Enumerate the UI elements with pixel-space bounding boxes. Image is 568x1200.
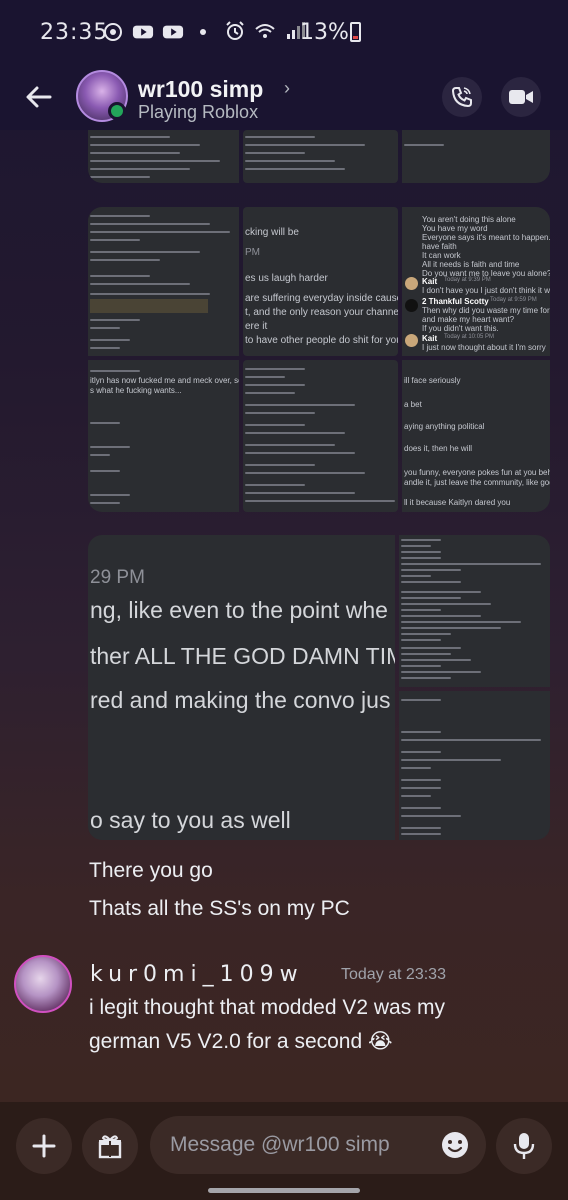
online-status-icon	[108, 102, 126, 120]
sync-icon	[104, 23, 122, 41]
screenshot-username: Kait	[422, 277, 438, 286]
dot-icon	[200, 29, 206, 35]
screenshot-text: You aren't doing this alone	[422, 215, 516, 224]
message-text: Thats all the SS's on my PC	[89, 897, 350, 920]
add-attachment-button[interactable]	[16, 1118, 72, 1174]
avatar	[405, 334, 418, 347]
status-left-icons	[102, 21, 208, 43]
screenshot-timestamp: Today at 9:39 PM	[444, 277, 491, 283]
status-right-icons	[224, 20, 306, 42]
youtube-icon	[132, 25, 154, 39]
screenshot-text: to have other people do shit for you, ca…	[245, 335, 398, 346]
voice-message-button[interactable]	[496, 1118, 552, 1174]
status-time: 23:35	[40, 20, 109, 45]
message-input[interactable]: Message @wr100 simp	[150, 1116, 486, 1174]
screenshot-attachment[interactable]	[243, 360, 398, 512]
screenshot-attachment[interactable]	[243, 130, 398, 183]
microphone-icon	[513, 1133, 535, 1159]
screenshot-text: 29 PM	[90, 567, 145, 588]
smile-icon[interactable]	[440, 1130, 470, 1160]
crying-emoji-icon: 😭	[368, 1030, 393, 1053]
chevron-right-icon[interactable]: ›	[284, 78, 290, 99]
message-text: There you go	[89, 859, 213, 882]
screenshot-text: and make my heart want?	[422, 315, 515, 324]
username[interactable]: kur0mi_109w	[90, 962, 304, 987]
alarm-icon	[226, 21, 244, 40]
screenshot-attachment[interactable]	[399, 535, 550, 687]
screenshot-attachment[interactable]: ill face seriously a bet aying anything …	[402, 360, 550, 512]
screenshot-text: t, and the only reason your channel hasn…	[245, 307, 398, 318]
plus-icon	[32, 1134, 56, 1158]
screenshot-text: I don't have you I just don't think it w…	[422, 286, 550, 295]
screenshot-text: have faith	[422, 242, 457, 251]
screenshot-username: 2 Thankful Scotty	[422, 297, 489, 306]
message-composer: Message @wr100 simp	[0, 1102, 568, 1200]
phone-icon	[451, 87, 472, 108]
screenshot-text: ng, like even to the point whe	[90, 597, 388, 623]
screenshot-attachment[interactable]: cking will be PM es us laugh harder are …	[243, 207, 398, 356]
screenshot-attachment[interactable]	[402, 130, 550, 183]
screenshot-text: andle it, just leave the community, like…	[404, 478, 550, 487]
gift-button[interactable]	[82, 1118, 138, 1174]
screenshot-text: ll it because Kaitlyn dared you	[404, 498, 511, 507]
screenshot-text: es us laugh harder	[245, 273, 328, 284]
screenshot-attachment[interactable]	[88, 207, 239, 356]
message-text-line: german V5 V2.0 for a second	[89, 1030, 363, 1053]
chat-header: wr100 simp › Playing Roblox	[0, 64, 568, 130]
screenshot-username: Kait	[422, 334, 438, 343]
screenshot-text: You have my word	[422, 224, 488, 233]
battery-icon	[350, 22, 361, 42]
screenshot-text: you funny, everyone pokes fun at you beh…	[404, 468, 550, 477]
screenshot-attachment[interactable]	[399, 691, 550, 840]
screenshot-attachment[interactable]: You aren't doing this alone You have my …	[402, 207, 550, 356]
screenshot-text: red and making the convo jus	[90, 687, 391, 713]
screenshot-text: Everyone says it's meant to happen... we…	[422, 233, 550, 242]
arrow-left-icon[interactable]	[24, 82, 54, 112]
screenshot-attachment-large[interactable]: 29 PM ng, like even to the point whe the…	[88, 535, 395, 840]
screenshot-text: does it, then he will	[404, 444, 473, 453]
message-text: german V5 V2.0 for a second 😭	[89, 1029, 393, 1054]
video-icon	[509, 90, 533, 104]
youtube-icon	[162, 25, 184, 39]
screenshot-text: a bet	[404, 400, 422, 409]
screenshot-text: s what he fucking wants...	[90, 386, 182, 395]
contact-name[interactable]: wr100 simp	[138, 76, 263, 103]
screenshot-text: cking will be	[245, 227, 299, 238]
wifi-icon	[255, 24, 275, 38]
activity-status: Playing Roblox	[138, 102, 259, 122]
screenshot-attachment[interactable]	[88, 130, 239, 183]
avatar	[405, 277, 418, 290]
screenshot-text: I just now thought about it I'm sorry	[422, 343, 546, 352]
message-text: i legit thought that modded V2 was my	[89, 996, 446, 1019]
battery-percent: 13%	[300, 20, 349, 45]
screenshot-text: Then why did you waste my time for sever…	[422, 306, 550, 315]
gift-icon	[98, 1135, 122, 1159]
video-call-button[interactable]	[501, 77, 541, 117]
screenshot-text: All it needs is faith and time	[422, 260, 520, 269]
screenshot-text: o say to you as well	[90, 807, 291, 833]
screenshot-text: PM	[245, 247, 260, 258]
message-timestamp: Today at 23:33	[341, 966, 446, 983]
screenshot-text: itlyn has now fucked me and meck over, s…	[90, 376, 239, 385]
screenshot-timestamp: Today at 10:05 PM	[444, 334, 495, 340]
screenshot-text: ere it	[245, 321, 268, 332]
screenshot-text: ther ALL THE GOD DAMN TIM	[90, 643, 395, 669]
avatar	[405, 299, 418, 312]
screenshot-text: If you didn't want this.	[422, 324, 499, 333]
screenshot-text: aying anything political	[404, 422, 485, 431]
screenshot-attachment[interactable]: itlyn has now fucked me and meck over, s…	[88, 360, 239, 512]
screenshot-text: It can work	[422, 251, 461, 260]
status-bar: 23:35 13%	[0, 0, 568, 64]
screenshot-text: are suffering everyday inside cause you …	[245, 293, 398, 304]
call-button[interactable]	[442, 77, 482, 117]
avatar[interactable]	[14, 955, 72, 1013]
screenshot-timestamp: Today at 9:59 PM	[490, 297, 537, 303]
message-input-placeholder: Message @wr100 simp	[170, 1133, 390, 1156]
screenshot-text: ill face seriously	[404, 376, 461, 385]
home-indicator[interactable]	[208, 1188, 360, 1193]
